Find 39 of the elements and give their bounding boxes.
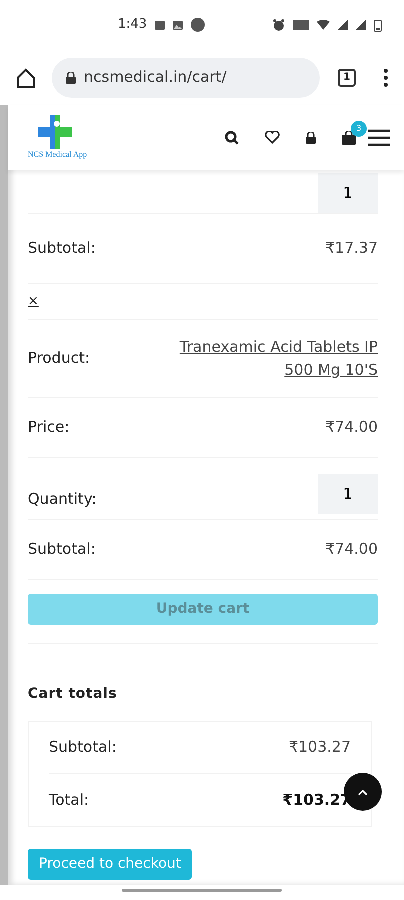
row-label: Subtotal: <box>49 737 117 758</box>
shopping-bag-icon[interactable] <box>342 130 356 144</box>
chevron-up-icon <box>358 790 368 796</box>
lock-icon <box>66 72 76 84</box>
logo-text: NCS Medical App <box>28 148 88 160</box>
lock-icon[interactable] <box>306 132 316 144</box>
row-label: Quantity: <box>28 489 97 510</box>
price-text: ₹74.00 <box>326 417 378 438</box>
image-icon <box>173 20 184 30</box>
cross-logo-icon <box>38 114 72 148</box>
menu-icon[interactable] <box>384 68 388 86</box>
tab-count-button[interactable]: 1 <box>338 68 356 86</box>
cart-count-badge: 3 <box>351 120 367 136</box>
remove-link[interactable]: × <box>28 292 39 312</box>
menu-icon[interactable] <box>368 128 390 146</box>
network-icon <box>293 20 309 30</box>
row-label: Price: <box>28 417 70 438</box>
alarm-icon <box>273 19 285 31</box>
row-label: Subtotal: <box>28 238 96 260</box>
price-text: ₹103.27 <box>288 737 351 758</box>
price-text: ₹74.00 <box>326 539 378 560</box>
quantity-field[interactable]: 1 <box>318 172 378 212</box>
quantity-field[interactable]: 1 <box>318 474 378 514</box>
url-text: ncsmedical.in/cart/ <box>84 67 227 88</box>
wifi-icon <box>317 20 330 30</box>
clock-text: 1:43 <box>118 16 148 34</box>
search-icon[interactable] <box>225 130 239 144</box>
section-heading: Cart totals <box>28 685 118 704</box>
notification-icon <box>155 20 166 30</box>
battery-icon <box>374 18 382 32</box>
row-label: Subtotal: <box>28 539 96 560</box>
dot-icon <box>191 18 206 32</box>
home-icon[interactable] <box>16 68 36 88</box>
heart-icon[interactable] <box>265 131 280 144</box>
row-label: Total: <box>49 790 90 811</box>
product-link[interactable]: Tranexamic Acid Tablets IP 500 Mg 10'S <box>150 336 378 381</box>
price-text: ₹17.37 <box>326 238 378 260</box>
address-bar[interactable]: ncsmedical.in/cart/ <box>52 58 320 98</box>
row-label: Product: <box>28 348 90 370</box>
